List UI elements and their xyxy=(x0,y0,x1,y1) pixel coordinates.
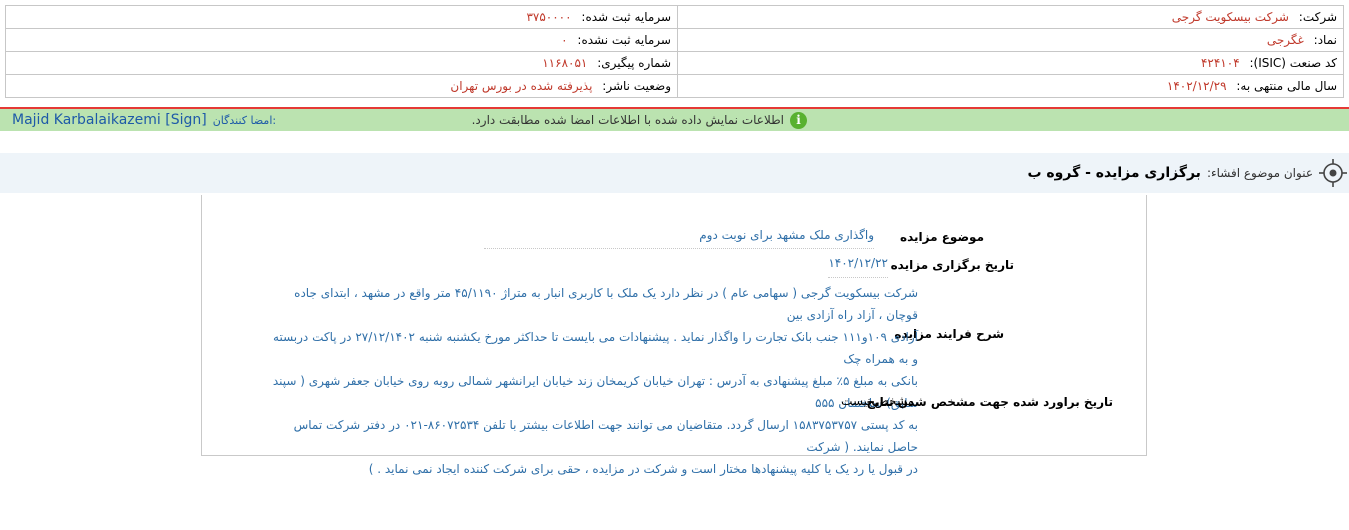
tracking-value: ۱۱۶۸۰۵۱ xyxy=(542,56,588,70)
company-label: شرکت: xyxy=(1298,10,1337,24)
description-line: به کد پستی ۱۵۸۳۷۵۳۷۵۷ ارسال گردد. متقاضی… xyxy=(293,418,918,454)
description-line: آزادی ۱۰۹و۱۱۱ جنب بانک تجارت را واگذار ن… xyxy=(273,330,918,366)
signers: Majid Karbalaikazemi [Sign] امضا کنندگان… xyxy=(12,109,276,131)
registered-capital-value: ۳۷۵۰۰۰۰ xyxy=(526,10,572,24)
symbol-cell: نماد: غگرجی xyxy=(677,28,1344,52)
registered-capital-label: سرمایه ثبت شده: xyxy=(581,10,671,24)
signature-message: اطلاعات نمایش داده شده با اطلاعات امضا ش… xyxy=(471,113,784,127)
process-description: شرکت بیسکویت گرجی ( سهامی عام ) در نظر د… xyxy=(270,282,918,480)
description-line: بانکی به مبلغ ۵٪ مبلغ پیشنهادی به آدرس :… xyxy=(272,374,918,410)
company-value: شرکت بیسکویت گرجی xyxy=(1171,10,1289,24)
tracking-label: شماره پیگیری: xyxy=(597,56,671,70)
result-date-value: مشخص نیست xyxy=(841,394,914,408)
info-row: نماد: غگرجی سرمایه ثبت نشده: ۰ xyxy=(5,28,1344,52)
info-row: سال مالی منتهی به: ۱۴۰۲/۱۲/۲۹ وضعیت ناشر… xyxy=(5,74,1344,98)
auction-details: موضوع مزایده واگذاری ملک مشهد برای نوبت … xyxy=(201,195,1147,476)
fiscal-year-label: سال مالی منتهی به: xyxy=(1236,79,1337,93)
signature-bar: i اطلاعات نمایش داده شده با اطلاعات امضا… xyxy=(0,109,1349,131)
tracking-cell: شماره پیگیری: ۱۱۶۸۰۵۱ xyxy=(5,51,678,75)
subject-bar: عنوان موضوع افشاء: برگزاری مزایده - گروه… xyxy=(0,153,1349,193)
info-icon: i xyxy=(790,111,807,129)
divider xyxy=(484,248,874,249)
signature-status: i اطلاعات نمایش داده شده با اطلاعات امضا… xyxy=(472,109,807,131)
fiscal-year-value: ۱۴۰۲/۱۲/۲۹ xyxy=(1166,79,1227,93)
signer-name[interactable]: Majid Karbalaikazemi [Sign] xyxy=(12,112,207,128)
isic-label: کد صنعت (ISIC): xyxy=(1249,56,1337,70)
topic-value: واگذاری ملک مشهد برای نوبت دوم xyxy=(699,228,874,242)
divider xyxy=(828,277,888,278)
isic-value: ۴۲۴۱۰۴ xyxy=(1200,56,1240,70)
isic-cell: کد صنعت (ISIC): ۴۲۴۱۰۴ xyxy=(677,51,1344,75)
unregistered-capital-cell: سرمایه ثبت نشده: ۰ xyxy=(5,28,678,52)
date-value: ۱۴۰۲/۱۲/۲۲ xyxy=(828,256,888,270)
publisher-status-value: پذیرفته شده در بورس تهران xyxy=(450,79,593,93)
topic-label: موضوع مزایده xyxy=(900,230,984,244)
publisher-status-label: وضعیت ناشر: xyxy=(602,79,671,93)
subject-label: عنوان موضوع افشاء: xyxy=(1206,166,1313,180)
date-label: تاریخ برگزاری مزایده xyxy=(890,258,1014,272)
fiscal-year-cell: سال مالی منتهی به: ۱۴۰۲/۱۲/۲۹ xyxy=(677,74,1344,98)
target-icon xyxy=(1319,159,1347,187)
company-cell: شرکت: شرکت بیسکویت گرجی xyxy=(677,5,1344,29)
unregistered-capital-value: ۰ xyxy=(561,33,568,47)
symbol-value[interactable]: غگرجی xyxy=(1267,33,1304,47)
description-line: در قبول یا رد یک یا کلیه پیشنهادها مختار… xyxy=(368,462,918,476)
description-line: شرکت بیسکویت گرجی ( سهامی عام ) در نظر د… xyxy=(294,286,918,322)
subject-title: برگزاری مزایده - گروه ب xyxy=(1027,165,1201,181)
unregistered-capital-label: سرمایه ثبت نشده: xyxy=(577,33,671,47)
info-row: کد صنعت (ISIC): ۴۲۴۱۰۴ شماره پیگیری: ۱۱۶… xyxy=(5,51,1344,75)
company-info-table: شرکت: شرکت بیسکویت گرجی سرمایه ثبت شده: … xyxy=(5,5,1344,98)
signers-label: امضا کنندگان: xyxy=(212,113,277,127)
registered-capital-cell: سرمایه ثبت شده: ۳۷۵۰۰۰۰ xyxy=(5,5,678,29)
info-row: شرکت: شرکت بیسکویت گرجی سرمایه ثبت شده: … xyxy=(5,5,1344,29)
symbol-label: نماد: xyxy=(1313,33,1337,47)
subject-heading: عنوان موضوع افشاء: برگزاری مزایده - گروه… xyxy=(1027,153,1347,193)
publisher-status-cell: وضعیت ناشر: پذیرفته شده در بورس تهران xyxy=(5,74,678,98)
